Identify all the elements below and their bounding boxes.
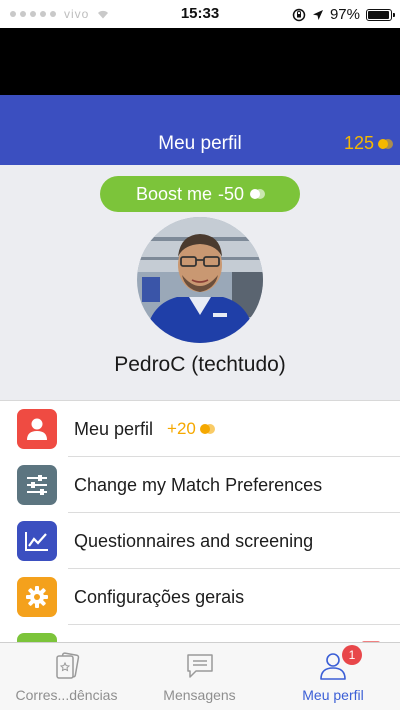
tab-label: Mensagens: [163, 687, 236, 703]
tab-label: Meu perfil: [302, 687, 364, 703]
location-arrow-icon: [312, 9, 323, 20]
menu-item-my-profile[interactable]: Meu perfil +20: [0, 401, 400, 457]
username: PedroC (techtudo): [114, 353, 286, 376]
menu-list: Meu perfil +20 Change my Match Preferenc…: [0, 400, 400, 642]
notification-badge: 1: [342, 645, 362, 665]
coin-icon: [378, 138, 393, 149]
status-bar: vivo 15:33 97%: [0, 0, 400, 28]
tab-bar: Corres...dências Mensagens 1 Meu perfil: [0, 642, 400, 710]
tab-matches[interactable]: Corres...dências: [0, 643, 133, 710]
tab-messages[interactable]: Mensagens: [133, 643, 266, 710]
menu-item-questionnaires[interactable]: Questionnaires and screening: [0, 513, 400, 569]
menu-item-general-settings[interactable]: Configurações gerais: [0, 569, 400, 625]
orientation-lock-icon: [292, 8, 306, 21]
battery-percent: 97%: [329, 6, 360, 23]
menu-item-label: Change my Match Preferences: [74, 474, 323, 495]
coin-count: 125: [343, 133, 374, 153]
chat-icon: [186, 654, 213, 678]
tab-my-profile[interactable]: 1 Meu perfil: [266, 643, 400, 710]
boost-label: Boost me: [135, 183, 213, 204]
menu-item-label: Questionnaires and screening: [74, 530, 314, 551]
status-right: 97%: [292, 6, 395, 23]
reward-badge: +20: [167, 419, 215, 439]
boost-cost: -50: [218, 183, 245, 204]
sliders-icon: [17, 465, 57, 505]
menu-item-label: Meu perfil: [74, 418, 154, 439]
page-title: Meu perfil: [158, 133, 242, 154]
boost-me-button[interactable]: Boost me -50: [100, 176, 300, 212]
battery-icon: [366, 8, 395, 21]
cards-icon: [55, 652, 79, 679]
chart-icon: [17, 521, 57, 561]
profile-section: Boost me -50 PedroC (techtudo): [0, 165, 400, 400]
coin-icon: [199, 424, 215, 434]
redacted-area: [0, 28, 400, 95]
partial-menu-icon: [17, 633, 57, 642]
reward-amount: +20: [167, 419, 196, 438]
avatar[interactable]: [137, 217, 263, 343]
tab-label: Corres...dências: [15, 687, 118, 703]
coin-icon: [250, 189, 266, 199]
menu-item-label: Configurações gerais: [74, 586, 245, 607]
person-icon: [17, 409, 57, 449]
menu-item-match-preferences[interactable]: Change my Match Preferences: [0, 457, 400, 513]
coin-balance[interactable]: 125: [343, 133, 393, 154]
gear-icon: [17, 577, 57, 617]
header-bar: Meu perfil 125: [0, 95, 400, 165]
